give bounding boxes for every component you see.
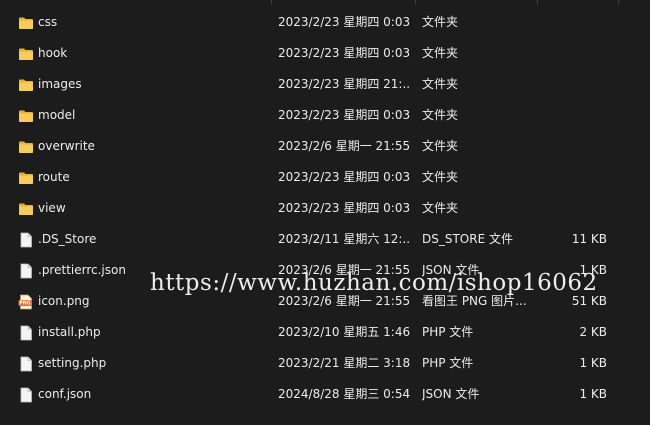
file-icon [18,325,34,341]
file-name: view [38,201,66,215]
file-type: PHP 文件 [422,356,474,370]
file-name: .DS_Store [38,232,97,246]
file-type: 看图王 PNG 图片... [422,294,527,308]
file-name: icon.png [38,294,90,308]
file-name: model [38,108,76,122]
file-row[interactable]: PNG icon.png 2023/2/6 星期一 21:55 看图王 PNG … [0,286,650,317]
file-row[interactable]: overwrite 2023/2/6 星期一 21:55 文件夹 [0,131,650,162]
folder-icon [18,77,34,93]
file-row[interactable]: conf.json 2024/8/28 星期三 0:54 JSON 文件 1 K… [0,379,650,410]
file-row[interactable]: view 2023/2/23 星期四 0:03 文件夹 [0,193,650,224]
file-icon [18,387,34,403]
folder-icon [18,139,34,155]
file-date-modified: 2023/2/23 星期四 0:03 [278,46,410,60]
file-date-modified: 2023/2/21 星期二 3:18 [278,356,410,370]
file-icon [18,232,34,248]
file-name: images [38,77,82,91]
file-type: JSON 文件 [422,263,480,277]
column-divider[interactable] [271,0,272,5]
folder-icon [18,108,34,124]
column-divider[interactable] [415,0,416,5]
file-size: 1 KB [579,387,607,401]
file-row[interactable]: model 2023/2/23 星期四 0:03 文件夹 [0,100,650,131]
file-icon [18,263,34,279]
file-name: conf.json [38,387,92,401]
png-image-icon: PNG [18,294,34,310]
file-row[interactable]: hook 2023/2/23 星期四 0:03 文件夹 [0,38,650,69]
file-row[interactable]: images 2023/2/23 星期四 21:... 文件夹 [0,69,650,100]
folder-icon [18,170,34,186]
file-name: hook [38,46,68,60]
folder-icon [18,46,34,62]
file-size: 11 KB [571,232,607,246]
file-date-modified: 2023/2/11 星期六 12:... [278,232,410,246]
file-type: 文件夹 [422,108,459,122]
file-date-modified: 2023/2/23 星期四 0:03 [278,170,410,184]
file-row[interactable]: css 2023/2/23 星期四 0:03 文件夹 [0,7,650,38]
file-type: PHP 文件 [422,325,474,339]
file-date-modified: 2023/2/6 星期一 21:55 [278,263,410,277]
file-type: 文件夹 [422,170,459,184]
file-date-modified: 2023/2/23 星期四 0:03 [278,108,410,122]
file-name: setting.php [38,356,107,370]
file-date-modified: 2023/2/6 星期一 21:55 [278,294,410,308]
folder-icon [18,15,34,31]
file-icon [18,356,34,372]
file-type: 文件夹 [422,46,459,60]
column-divider[interactable] [618,0,619,5]
file-row[interactable]: .DS_Store 2023/2/11 星期六 12:... DS_STORE … [0,224,650,255]
file-explorer-list-view: css 2023/2/23 星期四 0:03 文件夹 hook 2023/2/2… [0,0,650,425]
file-type: 文件夹 [422,139,459,153]
file-row[interactable]: .prettierrc.json 2023/2/6 星期一 21:55 JSON… [0,255,650,286]
column-divider[interactable] [537,0,538,5]
file-type: 文件夹 [422,77,459,91]
file-name: install.php [38,325,101,339]
svg-text:PNG: PNG [19,301,31,307]
file-size: 2 KB [579,325,607,339]
file-type: DS_STORE 文件 [422,232,513,246]
file-name: css [38,15,58,29]
file-name: route [38,170,70,184]
file-row[interactable]: setting.php 2023/2/21 星期二 3:18 PHP 文件 1 … [0,348,650,379]
file-date-modified: 2023/2/6 星期一 21:55 [278,139,410,153]
file-date-modified: 2023/2/23 星期四 0:03 [278,201,410,215]
file-list: css 2023/2/23 星期四 0:03 文件夹 hook 2023/2/2… [0,7,650,410]
file-date-modified: 2023/2/10 星期五 1:46 [278,325,410,339]
file-row[interactable]: install.php 2023/2/10 星期五 1:46 PHP 文件 2 … [0,317,650,348]
file-name: .prettierrc.json [38,263,126,277]
file-name: overwrite [38,139,95,153]
file-size: 1 KB [579,356,607,370]
file-date-modified: 2023/2/23 星期四 0:03 [278,15,410,29]
file-size: 1 KB [579,263,607,277]
file-type: 文件夹 [422,15,459,29]
file-size: 51 KB [571,294,607,308]
file-row[interactable]: route 2023/2/23 星期四 0:03 文件夹 [0,162,650,193]
file-type: JSON 文件 [422,387,480,401]
file-type: 文件夹 [422,201,459,215]
file-date-modified: 2024/8/28 星期三 0:54 [278,387,410,401]
folder-icon [18,201,34,217]
file-date-modified: 2023/2/23 星期四 21:... [278,77,410,91]
